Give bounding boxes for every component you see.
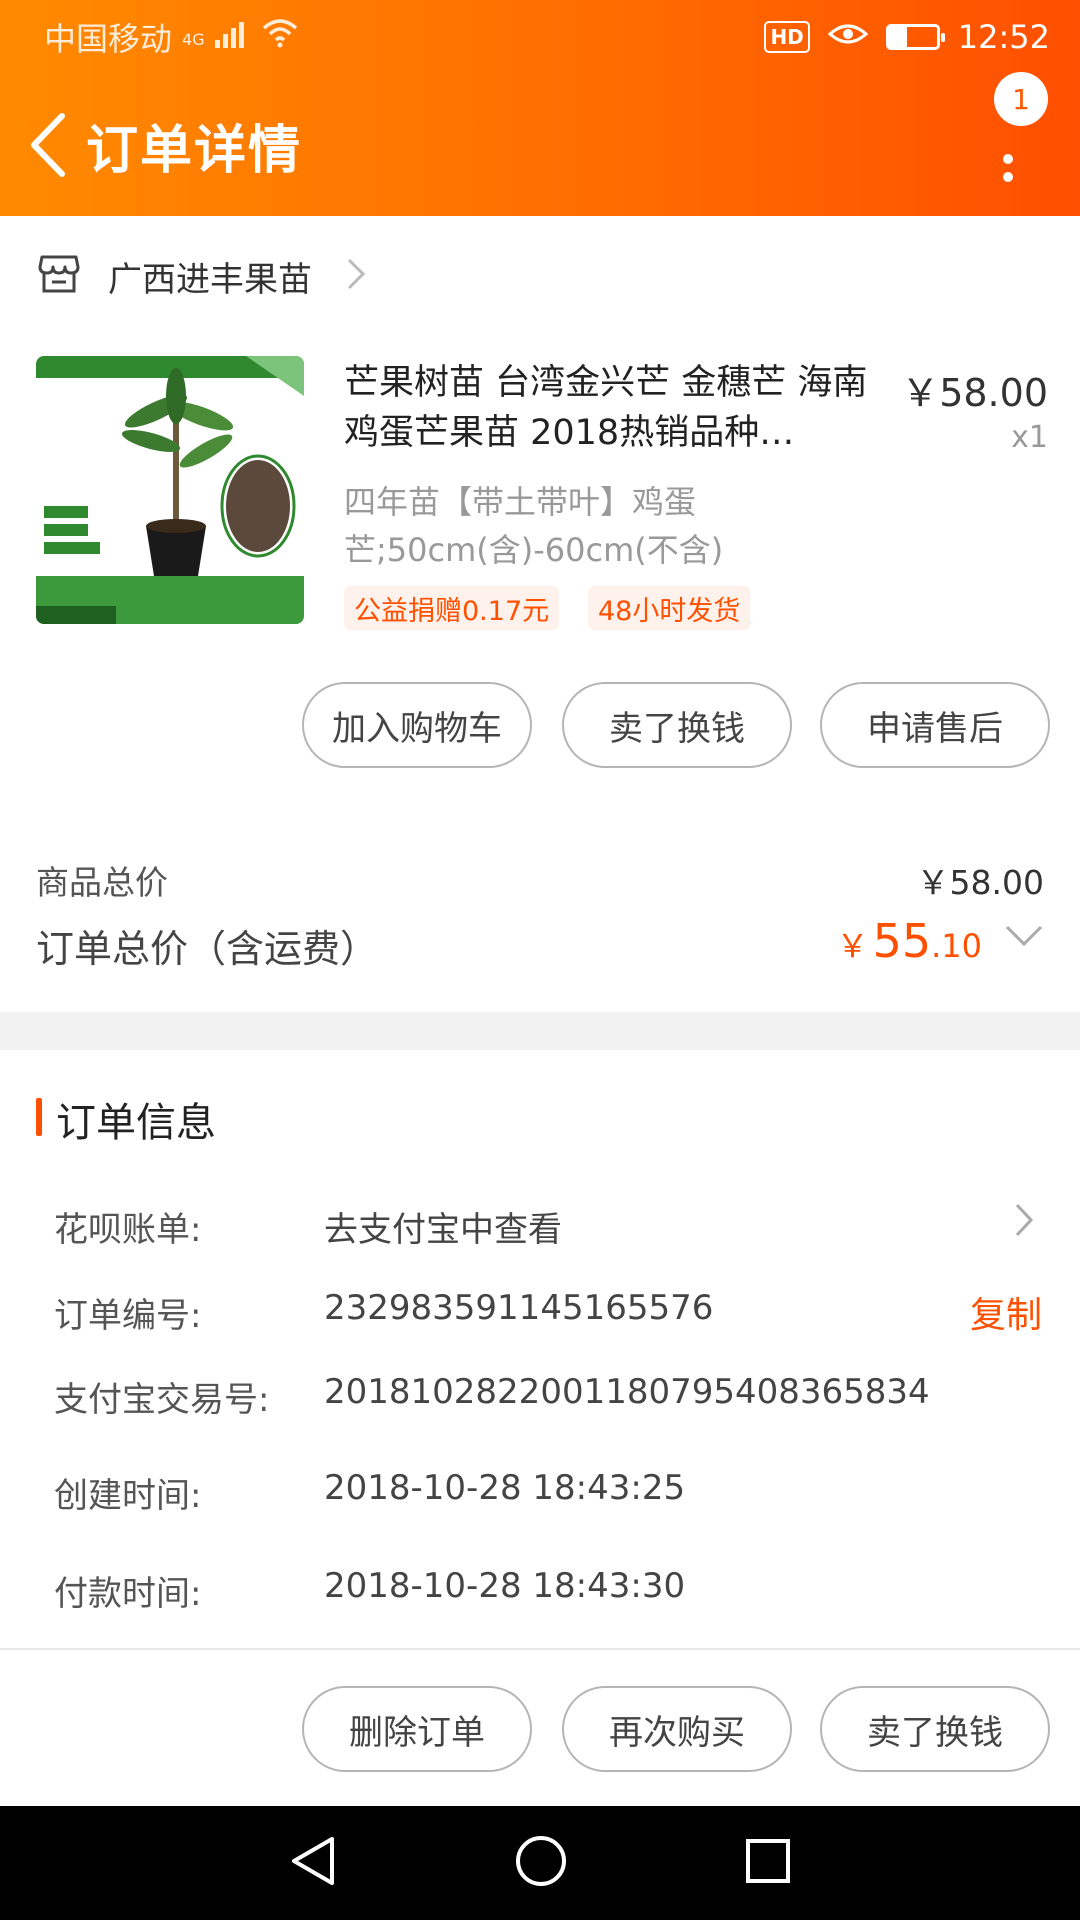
carrier-label: 中国移动 [44,20,173,58]
chevron-right-icon [346,257,366,295]
resell-bottom-button[interactable]: 卖了换钱 [820,1686,1050,1772]
eye-comfort-icon [827,18,869,56]
status-bar: 中国移动 4G HD 12:52 [0,0,1080,74]
alipay-trade-label: 支付宝交易号: [54,1380,270,1420]
store-name: 广西进丰果苗 [108,259,312,300]
order-total-decimal: .10 [931,927,982,965]
order-total-integer: 55 [872,914,932,968]
goods-total-label: 商品总价 [36,863,168,902]
system-navigation-bar [0,1806,1080,1920]
paid-time-label: 付款时间: [54,1574,202,1614]
paid-time-value: 2018-10-28 18:43:30 [324,1566,686,1606]
huabei-bill-label: 花呗账单: [54,1210,202,1250]
nav-back-icon[interactable] [288,1835,338,1891]
order-number-value: 232983591145165576 [324,1288,714,1328]
delete-order-button[interactable]: 删除订单 [302,1686,532,1772]
order-total-price: ￥ 55 .10 [837,914,982,968]
network-label: 4G [182,30,205,49]
store-icon [38,255,80,297]
chevron-down-icon [1005,925,1043,947]
created-time-value: 2018-10-28 18:43:25 [324,1468,686,1508]
currency-symbol: ￥ [836,927,869,965]
alipay-trade-value: 2018102822001180795408365834 [324,1372,930,1412]
buy-again-button[interactable]: 再次购买 [562,1686,792,1772]
clock: 12:52 [957,18,1050,56]
signal-icon [214,18,251,56]
after-sales-button[interactable]: 申请售后 [820,682,1050,768]
store-row[interactable]: 广西进丰果苗 [0,216,1080,336]
resell-button[interactable]: 卖了换钱 [562,682,792,768]
goods-total-value: ￥58.00 [916,863,1044,902]
product-price: ￥58.00 [901,371,1048,415]
created-time-label: 创建时间: [54,1476,202,1516]
tag-shipping: 48小时发货 [588,586,751,630]
product-title[interactable]: 芒果树苗 台湾金兴芒 金穗芒 海南鸡蛋芒果苗 2018热销品种… [344,358,884,458]
more-dot [1003,172,1013,182]
more-dots-icon [1003,154,1013,164]
nav-home-icon[interactable] [514,1834,568,1892]
huabei-bill-link[interactable]: 去支付宝中查看 [324,1202,562,1251]
hd-icon: HD [764,21,810,53]
tag-charity: 公益捐赠0.17元 [344,586,560,630]
message-count-badge: 1 [994,72,1048,126]
page-title: 订单详情 [86,120,303,181]
battery-icon [885,24,945,50]
product-thumbnail[interactable] [36,356,304,624]
product-quantity: x1 [1011,420,1048,455]
app-header: 中国移动 4G HD 12:52 订单详情 1 [0,0,1080,216]
divider [0,1648,1080,1650]
order-number-label: 订单编号: [54,1296,202,1336]
add-to-cart-button[interactable]: 加入购物车 [302,682,532,768]
copy-button[interactable]: 复制 [970,1286,1042,1338]
section-accent-bar [36,1098,42,1136]
product-sku: 四年苗【带土带叶】鸡蛋芒;50cm(含)-60cm(不含) [344,483,724,569]
nav-recents-icon[interactable] [744,1837,792,1889]
back-button[interactable] [18,105,78,185]
order-total-label: 订单总价（含运费） [36,927,379,971]
huabei-chevron-icon[interactable] [1014,1202,1034,1242]
chevron-left-icon [31,113,65,177]
order-info-title: 订单信息 [56,1100,216,1146]
expand-total-button[interactable] [1004,924,1044,952]
wifi-icon [261,18,299,56]
